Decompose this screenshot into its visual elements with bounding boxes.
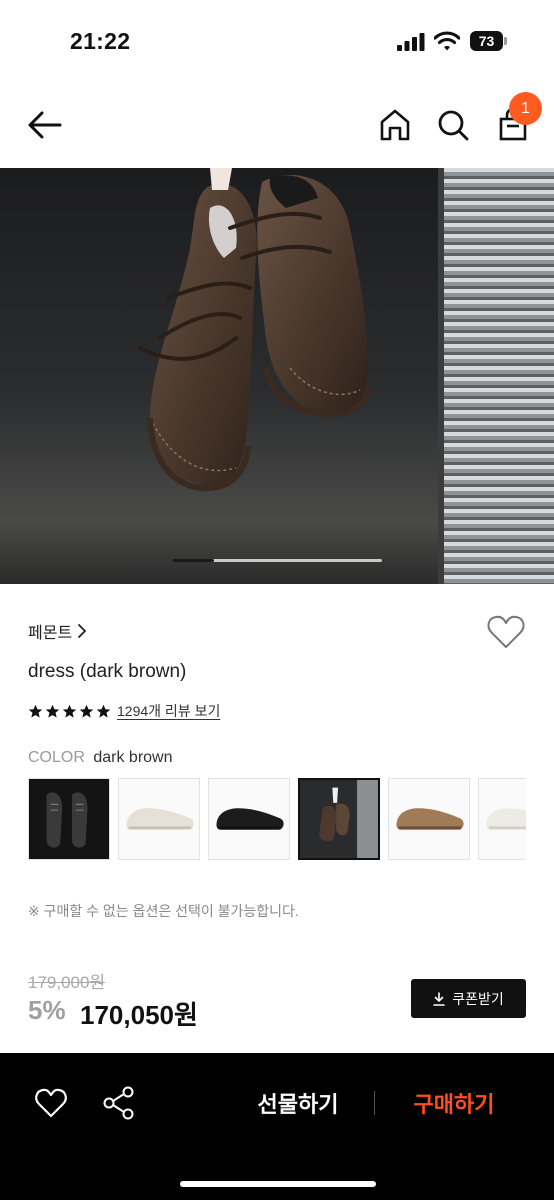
bottom-bar-divider: [374, 1091, 375, 1115]
brand-link[interactable]: 페몬트: [28, 619, 88, 643]
coupon-button[interactable]: 쿠폰받기: [411, 979, 526, 1018]
search-icon[interactable]: [434, 106, 472, 144]
product-page: 21:22 73 1 페몬트 dress (dark brown) 1294개 …: [0, 0, 554, 1200]
brand-name: 페몬트: [28, 625, 73, 642]
chevron-right-icon: [78, 624, 87, 638]
status-time: 21:22: [70, 28, 131, 54]
buy-button[interactable]: 구매하기: [392, 1087, 516, 1119]
option-notice: ※ 구매할 수 없는 옵션은 선택이 불가능합니다.: [28, 903, 299, 919]
swatch-cream[interactable]: [118, 778, 200, 860]
download-icon: [433, 991, 446, 1006]
battery-icon: 73: [470, 31, 508, 51]
swatch-dark-brown[interactable]: [298, 778, 380, 860]
wishlist-heart-icon[interactable]: [486, 614, 526, 650]
rating-stars: [28, 704, 111, 719]
product-image-carousel[interactable]: [0, 168, 554, 584]
swatch-tan-suede[interactable]: [388, 778, 470, 860]
review-link[interactable]: 1294개 리뷰 보기: [117, 701, 220, 721]
rating-row: 1294개 리뷰 보기: [28, 700, 220, 722]
nav-bar: 1: [0, 80, 554, 168]
heart-icon[interactable]: [34, 1087, 68, 1119]
cart-count-badge: 1: [509, 92, 542, 125]
back-arrow-icon[interactable]: [24, 108, 64, 142]
swatch-white[interactable]: [478, 778, 526, 860]
wifi-icon: [434, 31, 460, 51]
star-icon: [79, 704, 94, 718]
color-option-label: COLOR dark brown: [28, 749, 173, 767]
star-icon: [96, 704, 111, 718]
share-icon[interactable]: [102, 1085, 136, 1121]
carousel-progress-indicator: [172, 559, 214, 562]
color-value: dark brown: [93, 749, 173, 766]
discount-rate: 5%: [28, 995, 66, 1025]
signal-icon: [397, 33, 425, 51]
swatch-black-leather[interactable]: [28, 778, 110, 860]
coupon-label: 쿠폰받기: [452, 990, 504, 1007]
battery-level: 73: [478, 33, 495, 49]
home-indicator: [180, 1181, 376, 1187]
color-swatches: [28, 778, 526, 862]
star-icon: [62, 704, 77, 718]
gift-button[interactable]: 선물하기: [236, 1087, 360, 1119]
home-icon[interactable]: [376, 106, 414, 144]
sale-price: 170,050원: [80, 1000, 198, 1030]
color-key: COLOR: [28, 749, 85, 766]
original-price: 179,000원: [28, 973, 106, 992]
product-name: dress (dark brown): [28, 661, 187, 682]
swatch-black[interactable]: [208, 778, 290, 860]
status-bar: 21:22 73: [0, 0, 554, 80]
product-hero-image: [0, 168, 554, 584]
carousel-progress-track: [172, 559, 382, 562]
bottom-action-bar: 선물하기 구매하기: [0, 1053, 554, 1200]
star-icon: [28, 704, 43, 718]
star-icon: [45, 704, 60, 718]
